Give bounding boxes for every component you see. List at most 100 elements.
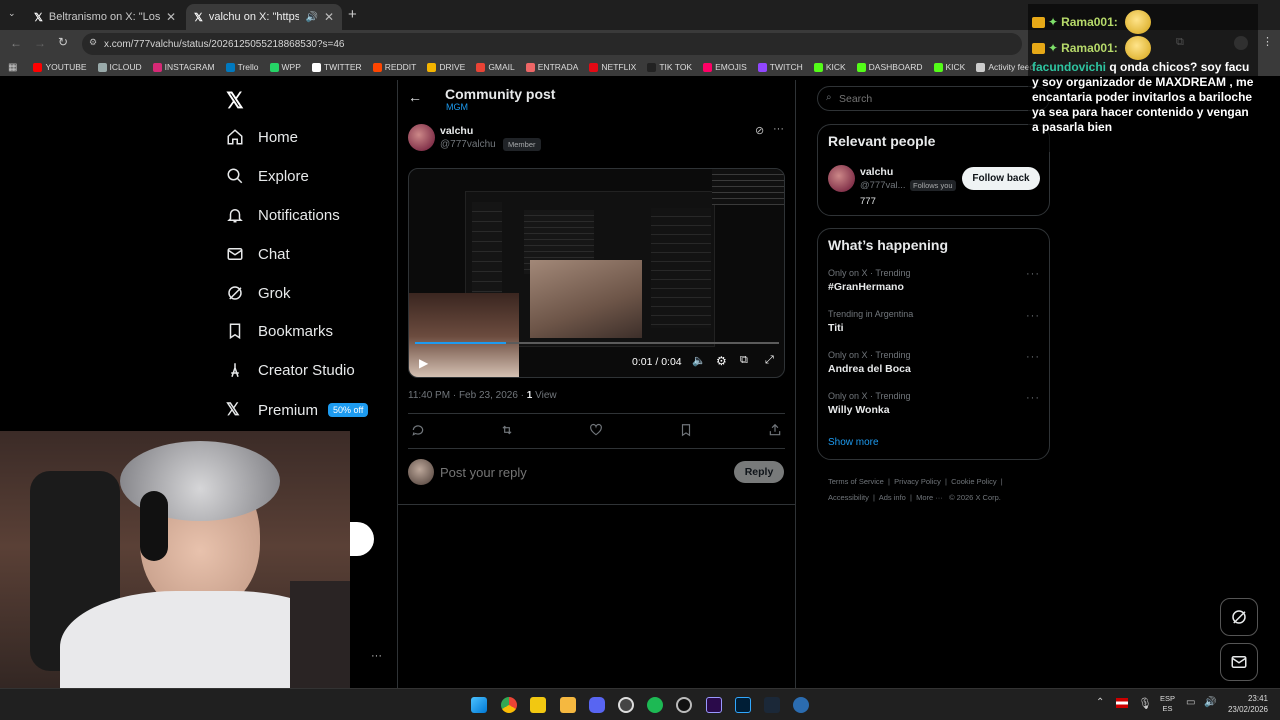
video-player[interactable]: ▶ 0:01 / 0:04 🔈 ⚙ ⧉ ⤢	[408, 168, 785, 378]
repost-icon[interactable]	[500, 423, 514, 437]
bookmark-item[interactable]: NETFLIX	[589, 62, 636, 72]
nav-creator-studio[interactable]: Creator Studio	[226, 361, 355, 379]
bookmark-icon[interactable]	[679, 423, 693, 437]
person-handle[interactable]: @777val...	[860, 180, 906, 191]
tray-chevron-icon[interactable]: ⌃	[1096, 697, 1104, 708]
bookmark-item[interactable]: DASHBOARD	[856, 62, 923, 72]
grok-floating-button[interactable]	[1220, 598, 1258, 636]
author-avatar[interactable]	[408, 124, 435, 151]
trend-more-icon[interactable]: ···	[1026, 392, 1040, 404]
trend-more-icon[interactable]: ···	[1026, 351, 1040, 363]
monitor-icon[interactable]: ▭	[1186, 697, 1195, 708]
back-arrow-icon[interactable]: ←	[408, 89, 422, 105]
nav-bookmarks[interactable]: Bookmarks	[226, 322, 333, 340]
bookmark-item[interactable]: KICK	[933, 62, 965, 72]
trend-item[interactable]: Only on X · Trending #GranHermano	[828, 268, 911, 293]
person-avatar[interactable]	[828, 165, 855, 192]
trend-item[interactable]: Trending in Argentina Titi	[828, 309, 913, 334]
messages-floating-button[interactable]	[1220, 643, 1258, 681]
bookmark-item[interactable]: INSTAGRAM	[152, 62, 215, 72]
more-options-icon[interactable]: ···	[773, 123, 784, 135]
spotify-icon[interactable]	[647, 697, 663, 713]
close-tab-icon[interactable]: ✕	[324, 10, 334, 24]
play-icon[interactable]: ▶	[419, 356, 428, 370]
video-progress-track[interactable]	[415, 342, 779, 344]
browser-tab-active[interactable]: 𝕏 valchu on X: "https://t.co/x 🔊 ✕	[186, 4, 342, 30]
community-link[interactable]: MGM	[446, 102, 468, 112]
bookmark-item[interactable]: Activity feed	[976, 62, 1034, 72]
volume-icon[interactable]: 🔊	[1204, 697, 1216, 708]
search-box[interactable]: ⌕	[817, 86, 1050, 111]
x-logo-icon[interactable]: 𝕏	[226, 88, 244, 114]
fullscreen-icon[interactable]: ⤢	[765, 354, 774, 367]
reload-icon[interactable]: ↻	[58, 35, 68, 49]
nav-home[interactable]: Home	[226, 128, 298, 146]
bookmark-item[interactable]: ICLOUD	[97, 62, 142, 72]
photoshop-icon[interactable]	[735, 697, 751, 713]
clock[interactable]: 23:41 23/02/2026	[1226, 693, 1268, 715]
nav-chat[interactable]: Chat	[226, 245, 290, 263]
browser-tab[interactable]: 𝕏 Beltranismo on X: "Los candidat ✕	[26, 4, 184, 30]
close-tab-icon[interactable]: ✕	[166, 10, 176, 24]
folder-icon[interactable]	[560, 697, 576, 713]
ccleaner-icon[interactable]	[793, 697, 809, 713]
bookmark-item[interactable]: Trello	[225, 62, 259, 72]
footer-link[interactable]: Privacy Policy	[894, 477, 941, 486]
speaker-icon[interactable]: 🔊	[305, 12, 317, 23]
reply-button[interactable]: Reply	[734, 461, 784, 483]
bookmark-item[interactable]: EMOJIS	[703, 62, 747, 72]
windows-start-icon[interactable]	[471, 697, 487, 713]
notes-icon[interactable]	[530, 697, 546, 713]
footer-link[interactable]: Accessibility	[828, 493, 869, 502]
like-icon[interactable]	[589, 423, 603, 437]
steam-icon[interactable]	[764, 697, 780, 713]
bookmark-item[interactable]: YOUTUBE	[33, 62, 87, 72]
back-icon[interactable]: ←	[10, 36, 22, 50]
steam-like-icon[interactable]	[676, 697, 692, 713]
trend-item[interactable]: Only on X · Trending Andrea del Boca	[828, 350, 911, 375]
bookmark-item[interactable]: REDDIT	[372, 62, 416, 72]
footer-link[interactable]: Cookie Policy	[951, 477, 996, 486]
show-more-link[interactable]: Show more	[828, 437, 879, 448]
apps-grid-icon[interactable]: ▦	[8, 62, 17, 73]
bookmark-item[interactable]: TIK TOK	[647, 62, 692, 72]
site-info-icon[interactable]: ⚙	[89, 37, 97, 48]
author-name[interactable]: valchu	[440, 125, 473, 137]
reply-input[interactable]	[440, 462, 710, 482]
premiere-icon[interactable]	[706, 697, 722, 713]
bookmark-item[interactable]: TWITCH	[757, 62, 803, 72]
trend-more-icon[interactable]: ···	[1026, 268, 1040, 280]
more-icon[interactable]: ···	[371, 650, 382, 662]
bookmark-item[interactable]: TWITTER	[311, 62, 362, 72]
bookmark-item[interactable]: GMAIL	[476, 62, 515, 72]
search-input[interactable]	[839, 90, 1019, 107]
share-icon[interactable]	[768, 423, 782, 437]
new-tab-button[interactable]: +	[348, 6, 357, 23]
settings-icon[interactable]: ⚙	[716, 354, 727, 368]
volume-icon[interactable]: 🔈	[692, 354, 706, 367]
nav-explore[interactable]: Explore	[226, 167, 309, 185]
language-indicator[interactable]: ESP ES	[1160, 694, 1175, 714]
author-handle[interactable]: @777valchu	[440, 139, 496, 150]
bookmark-item[interactable]: DRIVE	[427, 62, 465, 72]
grok-icon[interactable]: ⊘	[755, 124, 764, 137]
nav-notifications[interactable]: Notifications	[226, 206, 340, 224]
footer-link[interactable]: Ads info	[879, 493, 906, 502]
follow-back-button[interactable]: Follow back	[962, 167, 1040, 190]
footer-link[interactable]: Terms of Service	[828, 477, 884, 486]
bookmark-item[interactable]: KICK	[813, 62, 846, 72]
pip-icon[interactable]: ⧉	[740, 354, 748, 367]
trend-item[interactable]: Only on X · Trending Willy Wonka	[828, 391, 911, 416]
chrome-icon[interactable]	[501, 697, 517, 713]
bookmark-item[interactable]: WPP	[269, 62, 301, 72]
discord-icon[interactable]	[589, 697, 605, 713]
bookmark-item[interactable]: ENTRADA	[525, 62, 578, 72]
obs-icon[interactable]	[618, 697, 634, 713]
tab-list-chevron-icon[interactable]: ⌄	[8, 8, 16, 19]
microphone-icon[interactable]: 🎙	[1138, 697, 1152, 710]
menu-icon[interactable]: ⋮	[1262, 35, 1273, 48]
footer-link[interactable]: More ···	[916, 493, 943, 502]
nav-premium[interactable]: 𝕏 Premium 50% off	[226, 400, 369, 420]
person-name[interactable]: valchu	[860, 166, 893, 178]
url-field[interactable]: ⚙ x.com/777valchu/status/202612505521886…	[82, 33, 1022, 55]
